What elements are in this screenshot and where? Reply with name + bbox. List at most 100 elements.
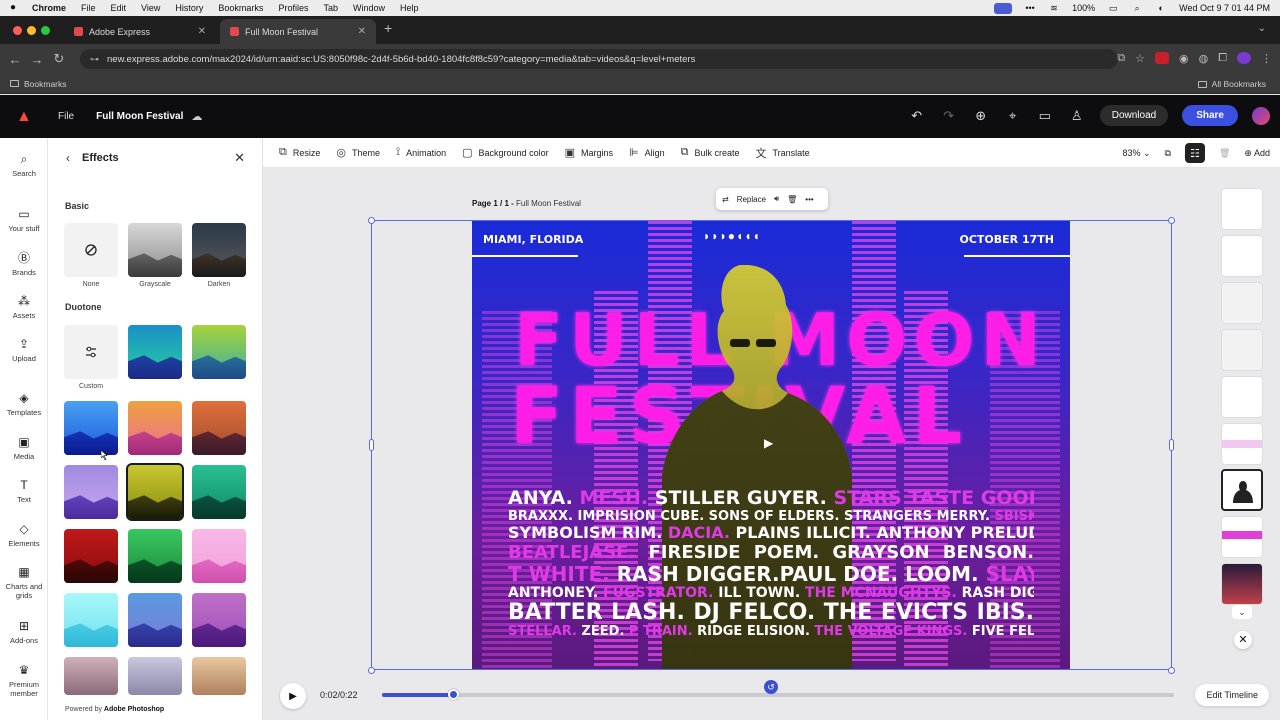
duotone-silver[interactable]: [128, 657, 182, 695]
duotone-periwinkle[interactable]: [128, 593, 182, 647]
duotone-red[interactable]: [64, 529, 118, 583]
screen-share-icon[interactable]: [994, 2, 1013, 14]
rail-item-elements[interactable]: ◇ Elements: [0, 522, 48, 548]
layers-icon[interactable]: ⧉: [1165, 148, 1171, 159]
tool-resize[interactable]: ⧉ Resize: [279, 146, 320, 159]
extension-3-icon[interactable]: ◍: [1199, 52, 1209, 65]
tool-align[interactable]: ⊫ Align: [629, 146, 665, 159]
resize-handle-right[interactable]: [1169, 439, 1174, 451]
share-button[interactable]: Share: [1182, 105, 1238, 126]
tab-search-chevron-icon[interactable]: ⌄: [1258, 23, 1266, 34]
volume-icon[interactable]: 🔊︎: [774, 194, 779, 204]
reset-icon[interactable]: ↺: [764, 680, 778, 694]
trash-icon[interactable]: 🗑: [1219, 148, 1230, 159]
more-icon[interactable]: •••: [1024, 3, 1036, 13]
duotone-purple[interactable]: [192, 593, 246, 647]
menu-window[interactable]: Window: [353, 3, 385, 13]
rail-item-charts-and-grids[interactable]: ▦ Charts and grids: [0, 565, 48, 600]
zoom-dropdown[interactable]: 83% ⌄: [1122, 148, 1150, 159]
menu-history[interactable]: History: [175, 3, 203, 13]
rail-item-search[interactable]: ⌕ Search: [0, 152, 48, 178]
spotlight-icon[interactable]: ⌕: [1131, 3, 1143, 14]
duotone-olive[interactable]: [126, 463, 184, 521]
resize-handle-bottom-right[interactable]: [1168, 667, 1175, 674]
cloud-sync-icon[interactable]: ☁: [191, 110, 202, 123]
duotone-cyan[interactable]: [64, 593, 118, 647]
bookmarks-folder[interactable]: Bookmarks: [24, 79, 67, 89]
tool-bulk-create[interactable]: ⧉ Bulk create: [681, 146, 740, 159]
properties-icon[interactable]: ☷: [1184, 143, 1205, 163]
tool-margins[interactable]: ▣ Margins: [565, 146, 613, 159]
rail-item-brands[interactable]: Ⓑ Brands: [0, 251, 48, 277]
rail-item-premium[interactable]: ♛ Premium member: [0, 663, 48, 698]
duotone-sand[interactable]: [192, 657, 246, 695]
replace-button[interactable]: Replace: [737, 195, 766, 204]
rail-item-your-stuff[interactable]: ▭ Your stuff: [0, 207, 48, 233]
duotone-teal[interactable]: [128, 325, 182, 379]
rail-item-templates[interactable]: ◈ Templates: [0, 391, 48, 417]
timeline-scrubber[interactable]: [382, 689, 1174, 700]
rail-item-media[interactable]: ▣ Media: [0, 435, 48, 461]
clock[interactable]: Wed Oct 9 7 01 44 PM: [1179, 3, 1270, 13]
thumb-layer[interactable]: [1221, 376, 1263, 418]
thumb-layer[interactable]: [1221, 329, 1263, 371]
invite-icon[interactable]: ⊕: [972, 108, 990, 124]
effect-none[interactable]: [64, 223, 118, 277]
duotone-emerald[interactable]: [192, 465, 246, 519]
rail-item-assets[interactable]: ⁂ Assets: [0, 294, 48, 320]
menu-edit[interactable]: Edit: [111, 3, 127, 13]
duotone-sunset[interactable]: [128, 401, 182, 455]
review-icon[interactable]: ♙: [1068, 108, 1086, 124]
comment-icon[interactable]: ▭: [1036, 108, 1054, 124]
reload-icon[interactable]: ↻: [48, 51, 70, 67]
tool-translate[interactable]: 文 Translate: [756, 145, 810, 161]
tab-close-icon[interactable]: ✕: [358, 26, 366, 37]
tool-background-color[interactable]: ▢ Background color: [462, 146, 548, 159]
close-icon[interactable]: ✕: [1234, 631, 1252, 649]
bookmark-star-icon[interactable]: ☆: [1135, 52, 1145, 65]
effect-grayscale[interactable]: [128, 223, 182, 277]
undo-icon[interactable]: ↶: [908, 108, 926, 124]
avatar[interactable]: [1252, 106, 1270, 125]
thumb-layer[interactable]: [1221, 235, 1263, 277]
apple-icon[interactable]: ●: [10, 3, 20, 13]
timeline-playhead[interactable]: [448, 689, 460, 700]
rail-item-add-ons[interactable]: ⊞ Add-ons: [0, 619, 48, 645]
back-icon[interactable]: ←: [4, 52, 26, 67]
page-name[interactable]: Full Moon Festival: [516, 199, 581, 208]
resize-handle-left[interactable]: [369, 439, 374, 451]
control-center-icon[interactable]: ◐: [1155, 3, 1167, 13]
duotone-pink[interactable]: [192, 529, 246, 583]
profile-icon[interactable]: [1237, 52, 1251, 64]
delete-icon[interactable]: 🗑︎: [787, 195, 797, 204]
duotone-lavender[interactable]: [64, 465, 118, 519]
menu-profiles[interactable]: Profiles: [278, 3, 308, 13]
menu-tab[interactable]: Tab: [323, 3, 338, 13]
thumb-layer[interactable]: [1221, 563, 1263, 605]
wifi-icon[interactable]: ≋: [1048, 3, 1060, 14]
tool-theme[interactable]: ◎ Theme: [336, 146, 380, 159]
resize-handle-top-left[interactable]: [368, 217, 375, 224]
extensions-puzzle-icon[interactable]: ⧠: [1218, 52, 1227, 65]
url-bar[interactable]: ⊶ new.express.adobe.com/max2024/id/urn:a…: [80, 49, 1118, 69]
file-menu[interactable]: File: [58, 111, 74, 122]
more-options-icon[interactable]: •••: [805, 195, 813, 204]
play-button[interactable]: ▶: [280, 683, 306, 709]
thumb-layer[interactable]: [1221, 516, 1263, 558]
menu-bookmarks[interactable]: Bookmarks: [218, 3, 263, 13]
duotone-blue[interactable]: [64, 401, 118, 455]
thumb-layer-selected[interactable]: [1221, 469, 1263, 511]
new-tab-icon[interactable]: +: [384, 20, 392, 36]
thumb-layer[interactable]: [1221, 282, 1263, 324]
chrome-menu-icon[interactable]: ⋮: [1261, 52, 1272, 65]
resize-handle-bottom-left[interactable]: [368, 667, 375, 674]
install-app-icon[interactable]: ⧉: [1117, 52, 1125, 65]
rail-item-upload[interactable]: ⇪ Upload: [0, 337, 48, 363]
download-button[interactable]: Download: [1099, 105, 1169, 126]
effect-darken[interactable]: [192, 223, 246, 277]
duotone-green[interactable]: [128, 529, 182, 583]
rail-item-text[interactable]: T Text: [0, 478, 48, 504]
edit-timeline-button[interactable]: Edit Timeline: [1195, 684, 1269, 706]
extension-2-icon[interactable]: ◉: [1179, 52, 1189, 65]
adobe-express-logo-icon[interactable]: ▲: [16, 108, 32, 125]
